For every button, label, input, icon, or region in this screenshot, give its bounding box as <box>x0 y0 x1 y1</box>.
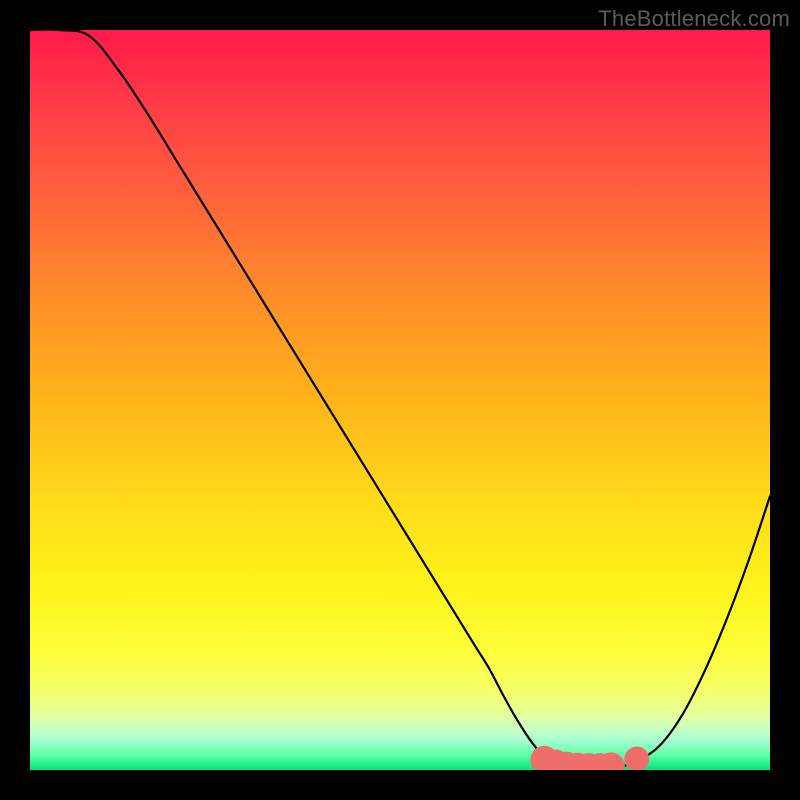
chart-stage: TheBottleneck.com <box>0 0 800 800</box>
curve-layer <box>30 30 770 770</box>
watermark-text: TheBottleneck.com <box>598 6 790 32</box>
bottleneck-curve <box>30 30 770 768</box>
optimal-marker <box>624 747 649 771</box>
plot-area <box>30 30 770 770</box>
optimal-markers <box>530 746 649 770</box>
